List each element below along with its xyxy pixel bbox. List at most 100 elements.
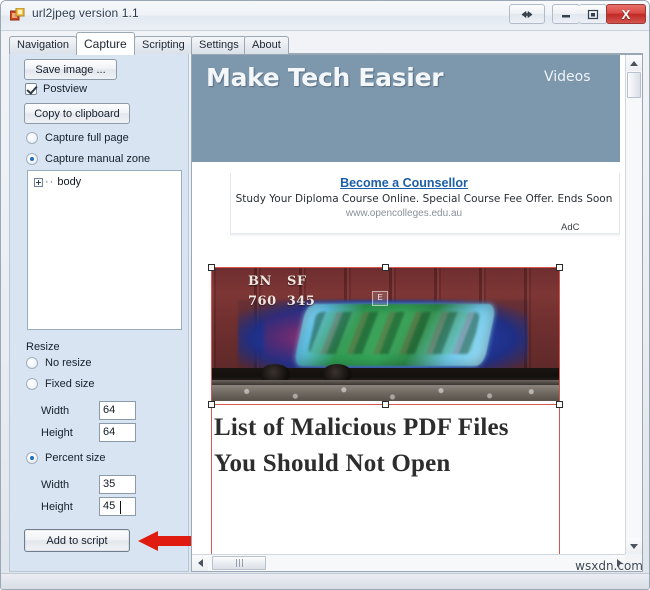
photo-graffiti-tag-detail (307, 312, 481, 354)
photo-ballast (212, 385, 559, 401)
article-headline[interactable]: List of Malicious PDF Files You Should N… (214, 410, 554, 482)
fixed-size-label: Fixed size (45, 378, 95, 390)
tab-capture[interactable]: Capture (76, 32, 135, 55)
percent-size-label: Percent size (45, 452, 106, 464)
capture-full-page-radio-row[interactable]: Capture full page (26, 132, 129, 144)
fixed-size-radio-row[interactable]: Fixed size (26, 378, 95, 390)
ad-block-shadow (230, 233, 620, 237)
tab-scripting[interactable]: Scripting (134, 36, 193, 54)
window-title: url2jpeg version 1.1 (32, 6, 139, 20)
horizontal-scroll-thumb[interactable] (212, 556, 266, 570)
chevron-left-icon (197, 559, 203, 567)
tab-navigation[interactable]: Navigation (9, 36, 77, 54)
photo-boxcar-placard: E (372, 291, 388, 306)
scroll-left-button[interactable] (192, 555, 208, 571)
save-image-button[interactable]: Save image ... (24, 59, 117, 80)
preview-horizontal-scrollbar[interactable] (192, 554, 627, 571)
capture-manual-zone-label: Capture manual zone (45, 153, 151, 165)
reporting-number-2: 345 (286, 294, 316, 309)
web-preview-pane[interactable]: Make Tech Easier Videos Become a Counsel… (191, 54, 643, 572)
no-resize-radio-row[interactable]: No resize (26, 357, 91, 369)
tab-about[interactable]: About (244, 36, 289, 54)
resize-group-label: Resize (26, 341, 60, 353)
fixed-height-row: Height 64 (41, 423, 136, 442)
reporting-mark-1: BN (248, 274, 272, 289)
tree-item-label: body (57, 176, 82, 188)
reporting-mark-2: SF (286, 274, 307, 289)
capture-manual-zone-radio-row[interactable]: Capture manual zone (26, 153, 150, 165)
annotation-arrow-icon (136, 531, 194, 551)
percent-height-row: Height 45 (41, 497, 136, 516)
photo-reporting-marks: BN SF 760 345 (248, 274, 368, 309)
radio-capture-manual-zone[interactable] (26, 153, 38, 165)
maximize-icon (587, 9, 598, 19)
tab-settings[interactable]: Settings (191, 36, 247, 54)
site-videos-link[interactable]: Videos (544, 69, 591, 85)
app-icon (9, 7, 25, 23)
ad-description: Study Your Diploma Course Online. Specia… (235, 193, 613, 205)
title-bar: url2jpeg version 1.1 X (1, 1, 649, 31)
fixed-height-label: Height (41, 426, 73, 439)
fixed-width-label: Width (41, 404, 70, 417)
chevron-down-icon (630, 543, 638, 549)
text-caret (120, 501, 121, 514)
minimize-icon (562, 15, 570, 18)
postview-checkbox[interactable] (25, 83, 37, 95)
ad-choices-label[interactable]: AdC (561, 222, 579, 233)
selection-handle-mid-left[interactable] (208, 401, 215, 408)
percent-height-label: Height (41, 500, 73, 513)
fixed-width-input[interactable]: 64 (99, 401, 136, 420)
scroll-up-button[interactable] (626, 55, 642, 71)
watermark-text: wsxdn.com (575, 559, 643, 573)
radio-percent-size[interactable] (26, 452, 38, 464)
selection-handle-mid-right[interactable] (556, 401, 563, 408)
close-button[interactable]: X (606, 4, 646, 24)
capture-full-page-label: Capture full page (45, 132, 129, 144)
article-photo: BN SF 760 345 E (212, 268, 559, 401)
percent-height-value: 45 (103, 500, 116, 512)
capture-options-panel: Save image ... Postview Copy to clipboar… (9, 54, 194, 572)
radio-capture-full-page[interactable] (26, 132, 38, 144)
close-icon: X (621, 6, 631, 22)
copy-to-clipboard-button[interactable]: Copy to clipboard (24, 103, 130, 124)
scroll-down-button[interactable] (626, 538, 642, 554)
tab-bar: Navigation Capture Scripting Settings Ab… (9, 32, 643, 55)
site-logo: Make Tech Easier (206, 63, 444, 92)
ad-title-link[interactable]: Become a Counsellor (231, 176, 577, 190)
selection-handle-top-right[interactable] (556, 264, 563, 271)
selection-handle-mid-center[interactable] (382, 401, 389, 408)
percent-height-input[interactable]: 45 (99, 497, 136, 516)
selection-handle-top-left[interactable] (208, 264, 215, 271)
ad-display-url: www.opencolleges.edu.au (345, 208, 463, 219)
expand-plus-icon[interactable] (34, 177, 43, 187)
radio-fixed-size[interactable] (26, 378, 38, 390)
minimize-button[interactable] (552, 4, 580, 24)
maximize-button[interactable] (579, 4, 607, 24)
percent-size-radio-row[interactable]: Percent size (26, 452, 106, 464)
selection-handle-top-center[interactable] (382, 264, 389, 271)
rendered-web-page: Make Tech Easier Videos Become a Counsel… (192, 55, 620, 555)
resize-arrows-icon (521, 10, 533, 18)
advertisement-block: Become a Counsellor Study Your Diploma C… (230, 173, 620, 233)
add-to-script-button[interactable]: Add to script (24, 529, 130, 552)
percent-width-label: Width (41, 478, 70, 491)
chevron-up-icon (630, 60, 638, 66)
percent-width-input[interactable]: 35 (99, 475, 136, 494)
application-window: url2jpeg version 1.1 X Navigation Captur… (0, 0, 650, 590)
dom-tree-box[interactable]: ·· body (27, 170, 182, 330)
status-bar (1, 573, 649, 589)
tree-item-body[interactable]: ·· body (34, 176, 81, 188)
postview-checkbox-row[interactable]: Postview (25, 83, 87, 95)
fixed-width-row: Width 64 (41, 401, 136, 420)
no-resize-label: No resize (45, 357, 92, 369)
photo-numbers: 760 345 (248, 294, 368, 309)
percent-width-row: Width 35 (41, 475, 136, 494)
tree-dots: ·· (45, 176, 55, 188)
radio-no-resize[interactable] (26, 357, 38, 369)
preview-vertical-scrollbar[interactable] (625, 55, 642, 554)
vertical-scroll-thumb[interactable] (627, 72, 641, 98)
reporting-number-1: 760 (248, 294, 277, 309)
scroll-thumb-grip-icon (235, 559, 243, 567)
fixed-height-input[interactable]: 64 (99, 423, 136, 442)
resize-window-button[interactable] (509, 4, 545, 24)
